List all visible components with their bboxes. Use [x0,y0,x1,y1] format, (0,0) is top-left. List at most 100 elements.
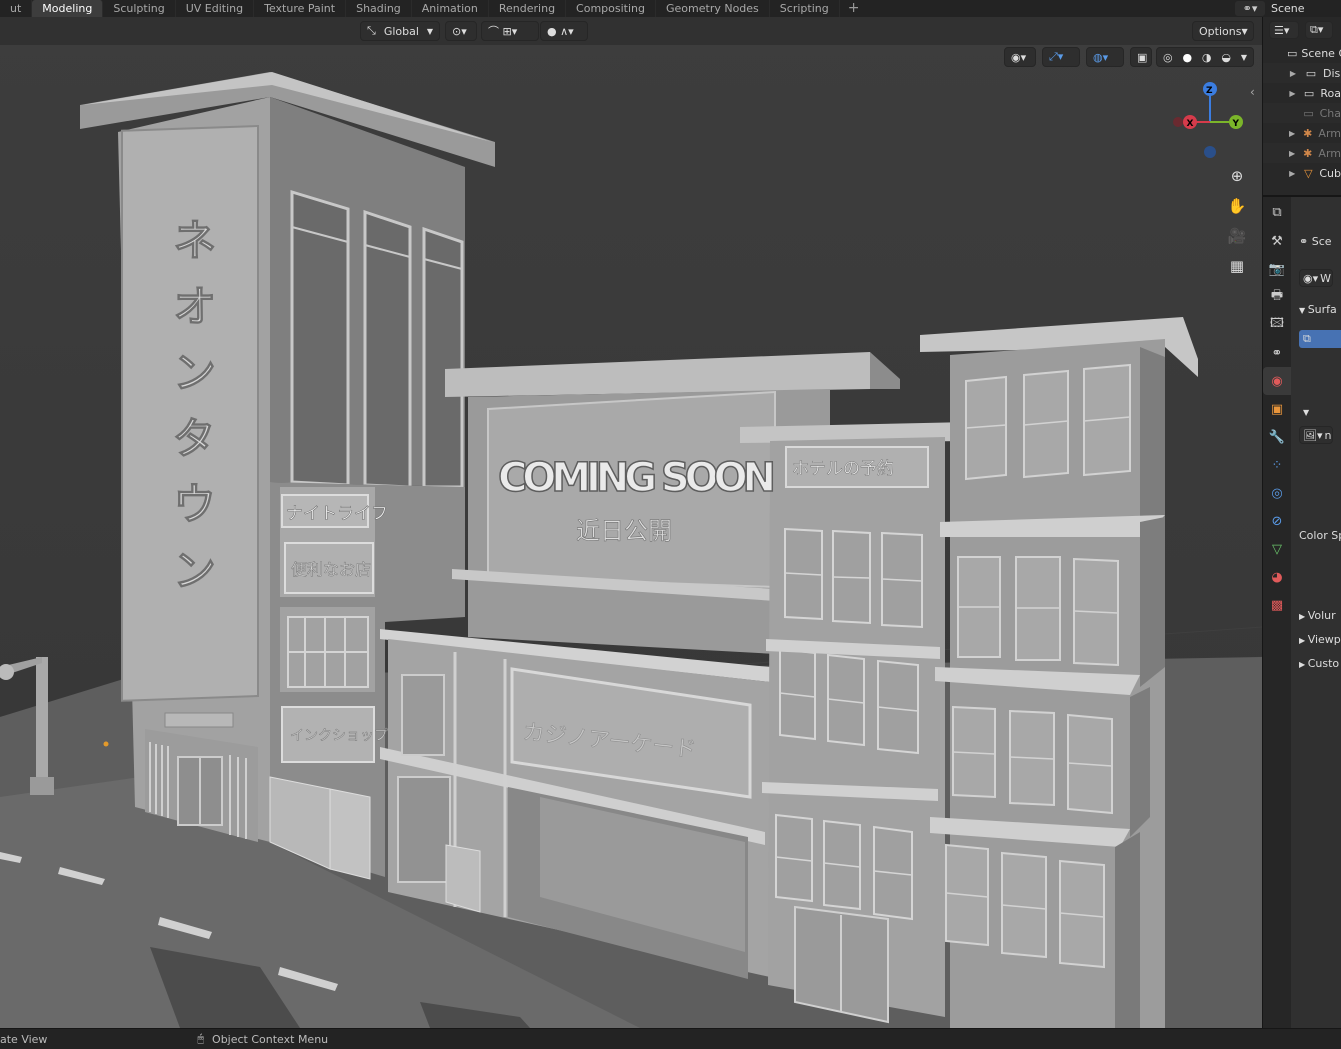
proportional-icon: ● ∧▾ [547,24,574,38]
zoom-icon[interactable]: ⊕ [1225,165,1249,187]
status-context-menu: Object Context Menu [212,1032,329,1046]
tab-modifiers[interactable]: 🔧 [1263,423,1291,451]
scene-browse-button[interactable]: ⚭▾ [1235,1,1265,16]
status-bar: ate View 🖱 Object Context Menu [0,1028,1341,1049]
outliner-row[interactable]: ▶ ▭ Roa [1263,83,1341,103]
navigation-gizmo[interactable]: Z Y X [1170,80,1250,160]
scene-icon: ⚭▾ [1242,2,1258,15]
xray-toggle[interactable]: ▣ [1130,47,1152,67]
material-shading-icon[interactable]: ◑ [1202,51,1212,64]
tab-modeling[interactable]: Modeling [32,0,104,17]
transform-orientation-dropdown[interactable]: ⤡ Global ▼ [360,21,440,41]
rendered-shading-icon[interactable]: ◒ [1221,51,1231,64]
tab-material[interactable]: ◕ [1263,563,1291,591]
expand-arrow-icon[interactable]: ▶ [1287,149,1297,158]
tab-scripting[interactable]: Scripting [770,0,840,17]
tab-particles[interactable]: ⁘ [1263,451,1291,479]
tab-physics[interactable]: ◎ [1263,479,1291,507]
tab-object[interactable]: ▣ [1263,395,1291,423]
expand-arrow-icon[interactable]: ▶ [1287,89,1298,98]
tab-tool[interactable]: ⚒ [1263,227,1291,255]
tab-texture-paint[interactable]: Texture Paint [254,0,347,17]
expand-arrow-icon[interactable]: ▶ [1287,69,1299,78]
collection-icon: ▭ [1287,46,1298,60]
camera-view-icon[interactable]: 🎥 [1225,225,1249,247]
volume-panel-header[interactable]: ▶ Volur [1299,609,1336,622]
tab-constraints[interactable]: ⊘ [1263,507,1291,535]
chevron-down-icon[interactable]: ▼ [1241,53,1247,62]
gizmo-toggle[interactable]: ⤢▾ [1042,47,1080,67]
3d-viewport[interactable]: ネオンタウン ナイトライフ 便利なお店 インクショップ COMING SOON … [0,17,1262,1028]
outliner-row[interactable]: ▶ ▭ Dis [1263,63,1341,83]
viewport-display-panel-header[interactable]: ▶ Viewp [1299,633,1341,646]
outliner-row[interactable]: ▶ ▽ Cub [1263,163,1341,183]
pivot-point-button[interactable]: ⊙▾ [445,21,477,41]
custom-properties-panel-header[interactable]: ▶ Custo [1299,657,1339,670]
tab-uv-editing[interactable]: UV Editing [176,0,255,17]
scene-name-field[interactable]: Scene [1271,2,1305,15]
armature-icon: ✱ [1303,126,1313,140]
scene-collection-row[interactable]: ▭ Scene C [1263,43,1341,63]
filter-dropdown[interactable]: ⧉▾ [1305,21,1333,39]
node-icon: ⧉ [1303,332,1311,345]
mesh-data-icon: ▽ [1272,541,1282,557]
tab-geometry-nodes[interactable]: Geometry Nodes [656,0,770,17]
collection-icon: ▭ [1305,66,1317,80]
tab-animation[interactable]: Animation [412,0,489,17]
tab-compositing[interactable]: Compositing [566,0,656,17]
properties-panel: ⧉ ⚒ 📷 🖶 🖾 ⚭ ◉ ▣ 🔧 ⁘ ◎ ⊘ ▽ ◕ ▩ ⚭ Sce ◉▾ W … [1262,195,1341,1030]
mouse-right-icon: 🖱 [197,1032,205,1045]
surface-node-field[interactable]: ⧉ [1299,330,1341,348]
collapse-arrow-icon[interactable]: ▼ [1303,405,1309,418]
particles-icon: ⁘ [1271,457,1283,473]
color-space-label: Color Sp [1299,529,1341,542]
armature-icon: ✱ [1303,146,1313,160]
outliner-row[interactable]: ▶ ✱ Arm [1263,123,1341,143]
axis-z-label: Z [1206,86,1213,96]
expand-arrow-icon[interactable]: ▶ [1287,169,1297,178]
tab-rendering[interactable]: Rendering [489,0,567,17]
options-dropdown[interactable]: Options ▼ [1192,21,1254,41]
wrench-icon: 🔧 [1268,429,1286,445]
constraints-icon: ⊘ [1271,513,1283,529]
tab-scene[interactable]: ⚭ [1263,339,1291,367]
tab-layout[interactable]: ut [0,0,33,17]
chevron-down-icon: ▼ [426,26,433,36]
perspective-grid-icon[interactable]: ▦ [1225,255,1249,277]
solid-shading-icon[interactable]: ● [1182,51,1192,64]
outliner-row[interactable]: ▶ ✱ Arm [1263,143,1341,163]
axis-x-label: X [1187,119,1194,129]
world-selector[interactable]: ◉▾ W [1299,269,1333,287]
tab-data[interactable]: ▽ [1263,535,1291,563]
collapse-sidebar-icon[interactable]: ‹ [1250,85,1255,99]
viewport-scene-render[interactable]: ネオンタウン ナイトライフ 便利なお店 インクショップ COMING SOON … [0,17,1262,1028]
snap-button[interactable]: ⌒ ⊞▾ [481,21,539,41]
gizmo-icon: ⤢▾ [1049,50,1064,63]
tab-sculpting[interactable]: Sculpting [103,0,176,17]
display-mode-dropdown[interactable]: ☰▾ [1269,21,1299,39]
tab-render[interactable]: 📷 [1263,255,1291,283]
tab-texture[interactable]: ▩ [1263,591,1291,619]
expand-arrow-icon[interactable]: ▶ [1287,129,1297,138]
sign-convenience: 便利なお店 [291,560,371,579]
view-layer-icon: 🖾 [1269,316,1285,331]
pan-hand-icon[interactable]: ✋ [1225,195,1249,217]
tab-shading[interactable]: Shading [346,0,412,17]
collapse-arrow-icon: ▼ [1299,306,1308,315]
add-workspace-button[interactable]: + [840,0,868,17]
image-selector[interactable]: 🖼▾ n [1299,426,1333,444]
scene-selector: ⚭▾ Scene [1233,0,1341,17]
properties-tabs: ⧉ ⚒ 📷 🖶 🖾 ⚭ ◉ ▣ 🔧 ⁘ ◎ ⊘ ▽ ◕ ▩ [1263,197,1291,1030]
filter-icon: ⧉▾ [1310,23,1324,36]
proportional-edit-button[interactable]: ● ∧▾ [540,21,588,41]
editor-type-dropdown[interactable]: ⧉ [1263,197,1291,227]
overlays-toggle[interactable]: ◍▾ [1086,47,1124,67]
tab-world[interactable]: ◉ [1263,367,1291,395]
surface-panel-header[interactable]: ▼ Surfa [1299,303,1337,316]
outliner-row[interactable]: ▭ Cha [1263,103,1341,123]
viewport-navigation: ⊕ ✋ 🎥 ▦ [1225,165,1249,277]
visibility-dropdown[interactable]: ◉▾ [1004,47,1036,67]
tab-output[interactable]: 🖶 [1263,283,1291,311]
wireframe-shading-icon[interactable]: ◎ [1163,51,1173,64]
tab-view-layer[interactable]: 🖾 [1263,311,1291,339]
